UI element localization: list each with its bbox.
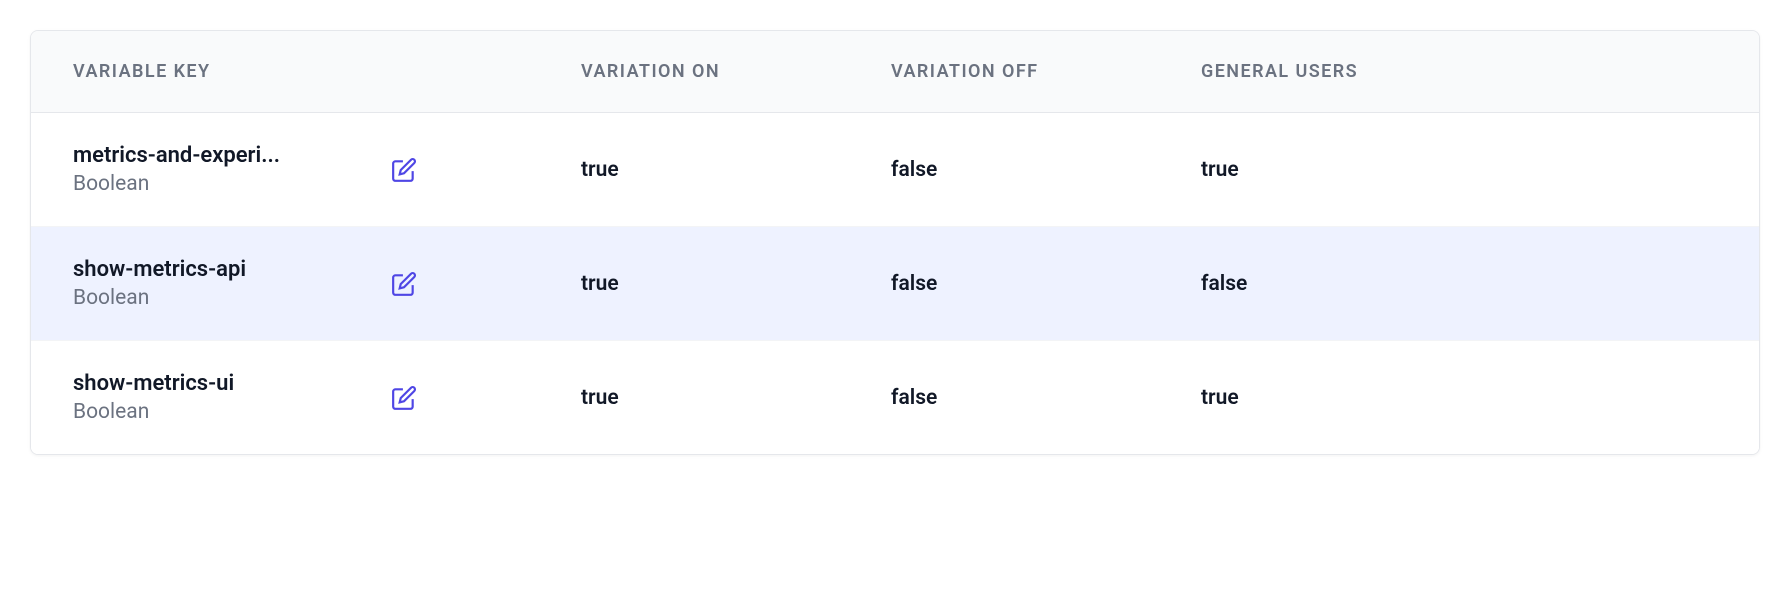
variable-key-name: show-metrics-ui xyxy=(73,371,353,396)
header-variable-key: VARIABLE KEY xyxy=(73,61,211,82)
variables-table: VARIABLE KEY VARIATION ON VARIATION OFF … xyxy=(30,30,1760,455)
variable-key-name: metrics-and-experi... xyxy=(73,143,353,168)
general-users-value: true xyxy=(1201,386,1239,410)
variable-key-name: show-metrics-api xyxy=(73,257,353,282)
variable-key-type: Boolean xyxy=(73,400,391,424)
variable-key-type: Boolean xyxy=(73,172,391,196)
variation-off-value: false xyxy=(891,386,937,410)
table-row[interactable]: show-metrics-ui Boolean true false true xyxy=(31,341,1759,454)
variation-on-value: true xyxy=(581,158,619,182)
header-general-users: GENERAL USERS xyxy=(1201,61,1358,82)
edit-icon[interactable] xyxy=(391,157,417,183)
variation-off-value: false xyxy=(891,158,937,182)
edit-icon[interactable] xyxy=(391,271,417,297)
table-row[interactable]: metrics-and-experi... Boolean true false… xyxy=(31,113,1759,227)
variation-on-value: true xyxy=(581,272,619,296)
table-row[interactable]: show-metrics-api Boolean true false fals… xyxy=(31,227,1759,341)
variation-off-value: false xyxy=(891,272,937,296)
general-users-value: true xyxy=(1201,158,1239,182)
variation-on-value: true xyxy=(581,386,619,410)
edit-icon[interactable] xyxy=(391,385,417,411)
header-variation-on: VARIATION ON xyxy=(581,61,720,82)
variable-key-type: Boolean xyxy=(73,286,391,310)
table-header-row: VARIABLE KEY VARIATION ON VARIATION OFF … xyxy=(31,31,1759,113)
general-users-value: false xyxy=(1201,272,1247,296)
header-variation-off: VARIATION OFF xyxy=(891,61,1039,82)
